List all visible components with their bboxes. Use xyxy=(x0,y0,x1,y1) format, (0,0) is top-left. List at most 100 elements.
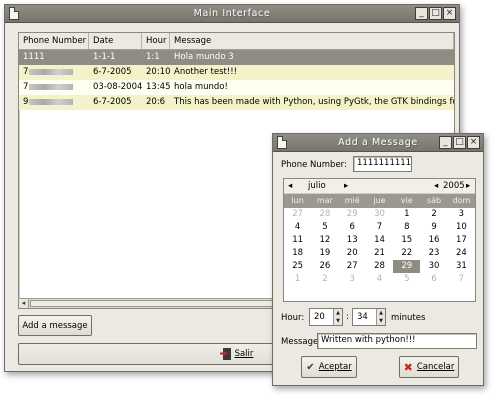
calendar-day-outside[interactable]: 2 xyxy=(311,273,338,286)
calendar-day[interactable]: 25 xyxy=(284,260,311,273)
table-row[interactable]: 7 6-7-2005 20:10 Another test!!! xyxy=(19,65,454,80)
column-header-hour[interactable]: Hour xyxy=(142,33,170,49)
next-year-icon[interactable]: ▸ xyxy=(466,181,470,191)
phone-number-label: Phone Number: xyxy=(281,160,347,170)
cell-phone: 7 xyxy=(19,80,89,95)
message-field[interactable]: Written with python!!! xyxy=(317,333,477,349)
maximize-icon[interactable]: □ xyxy=(429,7,442,20)
calendar-day[interactable]: 18 xyxy=(284,247,311,260)
calendar-day-outside[interactable]: 1 xyxy=(284,273,311,286)
calendar-day[interactable]: 24 xyxy=(448,247,475,260)
calendar-day[interactable]: 20 xyxy=(339,247,366,260)
close-icon[interactable]: × xyxy=(443,7,456,20)
salir-label: Salir xyxy=(234,349,254,359)
calendar-day[interactable]: 30 xyxy=(420,260,447,273)
calendar-day[interactable]: 14 xyxy=(366,234,393,247)
cell-hour: 20:10 xyxy=(146,67,170,77)
calendar-day-outside[interactable]: 29 xyxy=(339,208,366,221)
calendar-day[interactable]: 21 xyxy=(366,247,393,260)
hour-value: 20 xyxy=(314,312,325,322)
calendar-day[interactable]: 29 xyxy=(393,260,421,273)
calendar-day[interactable]: 6 xyxy=(339,221,366,234)
calendar-day[interactable]: 1 xyxy=(393,208,420,221)
calendar-day[interactable]: 2 xyxy=(420,208,447,221)
redacted-number xyxy=(29,68,74,75)
exit-icon xyxy=(219,348,231,360)
calendar-day[interactable]: 26 xyxy=(311,260,338,273)
scroll-left-icon[interactable]: ◂ xyxy=(19,299,29,308)
calendar-day[interactable]: 11 xyxy=(284,234,311,247)
calendar-day-outside[interactable]: 4 xyxy=(366,273,393,286)
cell-message: hola mundo! xyxy=(174,82,228,92)
cancel-button[interactable]: ✖ Cancelar xyxy=(399,356,459,378)
weekday-header: lun xyxy=(284,194,312,208)
calendar-day-outside[interactable]: 30 xyxy=(366,208,393,221)
cancel-label: Cancelar xyxy=(416,362,455,372)
calendar-day[interactable]: 28 xyxy=(366,260,393,273)
calendar-day[interactable]: 12 xyxy=(311,234,338,247)
calendar-day-outside[interactable]: 27 xyxy=(284,208,311,221)
calendar-day-outside[interactable]: 28 xyxy=(311,208,338,221)
calendar-day[interactable]: 23 xyxy=(420,247,447,260)
prev-year-icon[interactable]: ◂ xyxy=(434,181,438,191)
main-titlebar[interactable]: Main Interface _ □ × xyxy=(5,5,459,23)
add-message-label: Add a message xyxy=(22,320,88,331)
minute-value: 34 xyxy=(357,312,368,322)
message-label: Message xyxy=(281,337,319,347)
cell-date: 1-1-1 xyxy=(93,52,116,62)
close-icon[interactable]: × xyxy=(467,136,480,149)
calendar-day[interactable]: 10 xyxy=(448,221,475,234)
calendar-year: 2005 xyxy=(443,181,465,191)
minute-spinner[interactable]: 34 ▲ ▼ xyxy=(352,308,386,326)
table-row[interactable]: 1111 1-1-1 1:1 Hola mundo 3 xyxy=(19,50,454,65)
calendar-day[interactable]: 4 xyxy=(284,221,311,234)
add-message-button[interactable]: Add a message xyxy=(18,315,92,336)
calendar-day[interactable]: 17 xyxy=(448,234,475,247)
table-row[interactable]: 7 03-08-2004 13:45 hola mundo! xyxy=(19,80,454,95)
calendar-day[interactable]: 27 xyxy=(339,260,366,273)
calendar-day[interactable]: 7 xyxy=(366,221,393,234)
column-header-message[interactable]: Message xyxy=(170,33,454,49)
calendar-day[interactable]: 9 xyxy=(420,221,447,234)
cell-hour: 13:45 xyxy=(146,82,170,92)
calendar-day-outside[interactable]: 7 xyxy=(448,273,475,286)
calendar-day[interactable]: 22 xyxy=(393,247,420,260)
cell-date: 6-7-2005 xyxy=(93,97,132,107)
dialog-titlebar[interactable]: Add a Message _ □ × xyxy=(273,134,483,152)
calendar-day-outside[interactable]: 6 xyxy=(420,273,447,286)
cell-phone: 9 xyxy=(19,95,89,110)
calendar-day[interactable]: 16 xyxy=(420,234,447,247)
maximize-icon[interactable]: □ xyxy=(453,136,466,149)
calendar-day[interactable]: 3 xyxy=(448,208,475,221)
phone-prefix: 7 xyxy=(23,67,29,77)
spin-arrows-icon[interactable]: ▲ ▼ xyxy=(333,309,342,325)
minimize-icon[interactable]: _ xyxy=(415,7,428,20)
weekday-header: dom xyxy=(447,194,475,208)
redacted-number xyxy=(29,83,74,90)
calendar-day-outside[interactable]: 5 xyxy=(393,273,420,286)
calendar-day[interactable]: 31 xyxy=(448,260,475,273)
hour-spinner[interactable]: 20 ▲ ▼ xyxy=(309,308,343,326)
table-row[interactable]: 9 6-7-2005 20:6 This has been made with … xyxy=(19,95,454,110)
phone-prefix: 7 xyxy=(23,82,29,92)
calendar-day[interactable]: 8 xyxy=(393,221,420,234)
weekday-header: mié xyxy=(338,194,366,208)
minimize-icon[interactable]: _ xyxy=(439,136,452,149)
spin-arrows-icon[interactable]: ▲ ▼ xyxy=(376,309,385,325)
calendar-day[interactable]: 15 xyxy=(393,234,420,247)
calendar-day[interactable]: 19 xyxy=(311,247,338,260)
next-month-icon[interactable]: ▸ xyxy=(344,181,348,191)
calendar[interactable]: ◂ julio ▸ ◂ 2005 ▸ lun mar mié jue vie s… xyxy=(283,178,476,302)
column-header-phone[interactable]: Phone Number xyxy=(19,33,89,49)
prev-month-icon[interactable]: ◂ xyxy=(288,181,292,191)
minutes-label: minutes xyxy=(391,313,426,323)
weekday-header: vie xyxy=(393,194,421,208)
phone-number-field[interactable]: 1111111111 xyxy=(353,156,412,172)
calendar-day[interactable]: 5 xyxy=(311,221,338,234)
column-header-date[interactable]: Date xyxy=(89,33,142,49)
calendar-day[interactable]: 13 xyxy=(339,234,366,247)
cell-message: Hola mundo 3 xyxy=(174,52,234,62)
calendar-day-outside[interactable]: 3 xyxy=(339,273,366,286)
add-message-dialog: Add a Message _ □ × Phone Number: 111111… xyxy=(272,133,484,386)
accept-button[interactable]: ✔ Aceptar xyxy=(301,356,357,378)
